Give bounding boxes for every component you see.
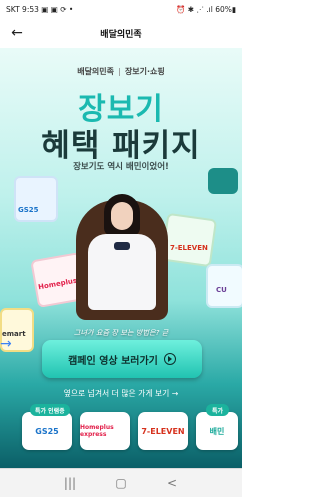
- brand-category: 장보기·쇼핑: [124, 67, 165, 76]
- gs25-bag-image: [14, 176, 58, 222]
- store-card-label: GS25: [35, 426, 59, 436]
- store-carousel[interactable]: GS25 특가 인램증 Homeplus express 7-ELEVEN 배민…: [0, 404, 242, 462]
- status-bar: SKT 9:53 ▣ ▣ ⟳ • ⏰ ✱ ⋰ .ıl 60%▮: [0, 0, 242, 18]
- store-card-label: 7-ELEVEN: [141, 426, 185, 436]
- status-right: ⏰ ✱ ⋰ .ıl 60%▮: [175, 4, 236, 14]
- campaign-video-label: 캠페인 영상 보러가기: [68, 355, 158, 367]
- store-card-gs25[interactable]: GS25: [22, 412, 72, 450]
- campaign-video-button[interactable]: 캠페인 영상 보러가기: [42, 340, 202, 378]
- recents-nav-icon[interactable]: |||: [50, 469, 90, 497]
- tagline: 장보기도 역시 배민이었어!: [73, 162, 169, 172]
- store-card-baemin[interactable]: 배민: [196, 412, 238, 450]
- basket-icon: [208, 168, 238, 194]
- seven-eleven-bag-label: 7-ELEVEN: [170, 244, 208, 252]
- play-circle-icon: [163, 353, 176, 365]
- store-card-7eleven[interactable]: 7-ELEVEN: [138, 412, 188, 450]
- edge-arrow-icon: →: [0, 336, 12, 352]
- back-arrow-icon[interactable]: ←: [8, 24, 26, 42]
- app-title: 배달의민족: [100, 29, 142, 40]
- back-nav-icon[interactable]: <: [152, 469, 192, 497]
- headline-2: 혜택 패키지: [41, 128, 201, 164]
- store-card-badge: 특가: [206, 404, 230, 416]
- bow-tie-icon: [114, 242, 130, 250]
- swipe-hint: 옆으로 넘겨서 더 많은 가게 보기 →: [63, 389, 179, 398]
- system-navbar: ||| ▢ <: [0, 468, 242, 497]
- store-card-homeplus[interactable]: Homeplus express: [80, 412, 130, 450]
- seven-eleven-bag-image: [160, 212, 218, 268]
- app-bar: ← 배달의민족: [0, 18, 242, 48]
- gs25-bag-label: GS25: [18, 206, 39, 214]
- promo-banner: 배달의민족 | 장보기·쇼핑 장보기 혜택 패키지 장보기도 역시 배민이었어! G…: [0, 48, 242, 468]
- status-left: SKT 9:53 ▣ ▣ ⟳ •: [6, 4, 74, 14]
- brand-name: 배달의민족: [77, 67, 115, 76]
- store-card-label: 배민: [209, 426, 225, 436]
- cu-bag-label: CU: [216, 286, 227, 294]
- store-card-badge: 특가 인램증: [30, 404, 70, 416]
- home-nav-icon[interactable]: ▢: [101, 469, 141, 497]
- store-card-label: Homeplus express: [80, 424, 114, 438]
- video-caption: 그녀가 요즘 장 보는 방법은? 귿: [73, 328, 169, 337]
- brand-row: 배달의민족 | 장보기·쇼핑: [77, 67, 165, 76]
- model-face: [111, 202, 133, 230]
